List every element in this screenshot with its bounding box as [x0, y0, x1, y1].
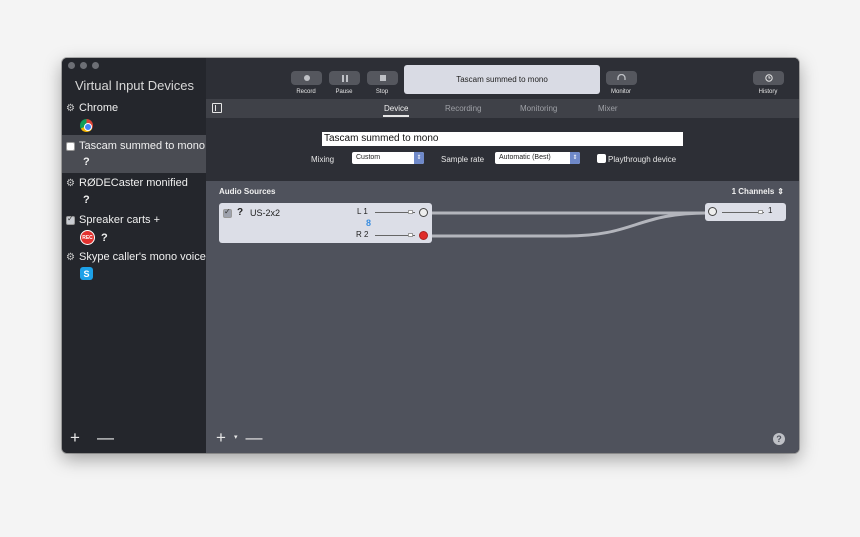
remove-source-button[interactable]: —: [245, 429, 262, 446]
mixing-value: Custom: [356, 154, 381, 161]
remove-device-button[interactable]: —: [97, 429, 114, 446]
playthrough-checkbox[interactable]: [597, 154, 606, 163]
headphones-icon: [617, 74, 626, 80]
toolbar: Record Pause Stop Tascam summed to mono …: [206, 58, 799, 99]
history-label: History: [758, 89, 778, 95]
window-controls: [68, 62, 99, 69]
question-icon: ?: [101, 231, 108, 244]
monitor-button[interactable]: [606, 71, 637, 85]
pause-icon: [341, 74, 348, 82]
sample-rate-select[interactable]: Automatic (Best) ⇕: [495, 152, 580, 164]
chevron-updown-icon: ⇕: [414, 152, 424, 164]
output-port-left[interactable]: [419, 208, 428, 217]
output-gain-knob[interactable]: [758, 210, 763, 214]
device-name: Skype caller's mono voice: [79, 251, 206, 263]
sample-rate-value: Automatic (Best): [499, 154, 551, 161]
stop-label: Stop: [375, 89, 389, 95]
help-icon[interactable]: ?: [773, 433, 785, 445]
record-icon: [303, 75, 310, 81]
device-checkbox[interactable]: [66, 214, 75, 225]
link-icon[interactable]: 8: [366, 218, 371, 228]
status-display: Tascam summed to mono: [404, 65, 600, 94]
stop-icon: [379, 75, 386, 81]
question-icon: ?: [83, 194, 90, 206]
stop-button[interactable]: [367, 71, 398, 85]
sidebar: Virtual Input Devices ⚙ Chrome Tascam su…: [62, 58, 206, 453]
tab-monitoring[interactable]: Monitoring: [520, 104, 557, 113]
device-item-rodecaster[interactable]: ⚙ RØDECaster monified ?: [62, 173, 206, 210]
history-button[interactable]: [753, 71, 784, 85]
output-port-right[interactable]: [419, 231, 428, 240]
source-name: US-2x2: [250, 208, 281, 218]
device-name: RØDECaster monified: [79, 177, 188, 189]
right-gain-knob[interactable]: [408, 233, 413, 237]
left-gain-knob[interactable]: [408, 210, 413, 214]
channel-left-label: L 1: [357, 207, 368, 216]
close-window-button[interactable]: [68, 62, 75, 69]
add-source-button[interactable]: +: [216, 429, 226, 446]
question-icon: ?: [237, 207, 244, 218]
record-label: Record: [296, 89, 316, 95]
device-name-field[interactable]: [322, 132, 683, 146]
app-window: Virtual Input Devices ⚙ Chrome Tascam su…: [62, 58, 799, 453]
mixing-select[interactable]: Custom ⇕: [352, 152, 424, 164]
input-port[interactable]: [708, 207, 717, 216]
device-name: Chrome: [79, 102, 119, 114]
pause-button[interactable]: [329, 71, 360, 85]
pause-label: Pause: [335, 89, 353, 95]
monitor-label: Monitor: [610, 89, 631, 95]
sidebar-toggle-icon[interactable]: [212, 103, 222, 113]
device-name: Tascam summed to mono: [79, 140, 205, 152]
audio-sources-panel: Audio Sources 1 Channels⇕ ? US-2x2 L 1 R…: [206, 181, 799, 453]
rec-icon: REC: [80, 230, 95, 245]
add-device-button[interactable]: +: [70, 429, 80, 446]
tab-recording[interactable]: Recording: [445, 104, 481, 113]
device-settings: Mixing Custom ⇕ Sample rate Automatic (B…: [206, 118, 799, 181]
gear-icon: ⚙: [66, 102, 75, 114]
device-item-skype[interactable]: ⚙ Skype caller's mono voice S: [62, 248, 206, 285]
gear-icon: ⚙: [66, 177, 75, 189]
device-item-spreaker[interactable]: Spreaker carts + REC ?: [62, 210, 206, 248]
tab-device[interactable]: Device: [382, 104, 410, 117]
device-checkbox[interactable]: [66, 141, 75, 151]
output-channel-label: 1: [768, 206, 773, 215]
device-item-chrome[interactable]: ⚙ Chrome: [62, 98, 206, 135]
device-item-tascam[interactable]: Tascam summed to mono ?: [62, 135, 206, 173]
tab-bar: Device Recording Monitoring Mixer: [206, 99, 799, 118]
sidebar-title: Virtual Input Devices: [75, 78, 194, 93]
question-icon: ?: [83, 156, 90, 168]
minimize-window-button[interactable]: [80, 62, 87, 69]
playthrough-label: Playthrough device: [608, 155, 677, 164]
main-panel: Record Pause Stop Tascam summed to mono …: [206, 58, 799, 453]
sidebar-footer: + —: [70, 429, 114, 446]
source-node-us2x2[interactable]: ? US-2x2 L 1 R 2 8: [219, 203, 432, 243]
chevron-down-icon[interactable]: ▾: [234, 430, 238, 446]
sample-rate-label: Sample rate: [441, 155, 485, 164]
zoom-window-button[interactable]: [92, 62, 99, 69]
output-node[interactable]: 1: [705, 203, 786, 221]
skype-icon: S: [80, 267, 93, 280]
chevron-updown-icon: ⇕: [570, 152, 580, 164]
sources-footer: + ▾ —: [216, 429, 262, 446]
channel-right-label: R 2: [356, 230, 369, 239]
mixing-label: Mixing: [311, 155, 335, 164]
gear-icon: ⚙: [66, 251, 75, 263]
device-name: Spreaker carts +: [79, 214, 161, 226]
chrome-icon: [80, 119, 93, 132]
tab-mixer[interactable]: Mixer: [598, 104, 618, 113]
record-button[interactable]: [291, 71, 322, 85]
source-checkbox[interactable]: [223, 207, 232, 218]
clock-icon: [764, 74, 773, 82]
